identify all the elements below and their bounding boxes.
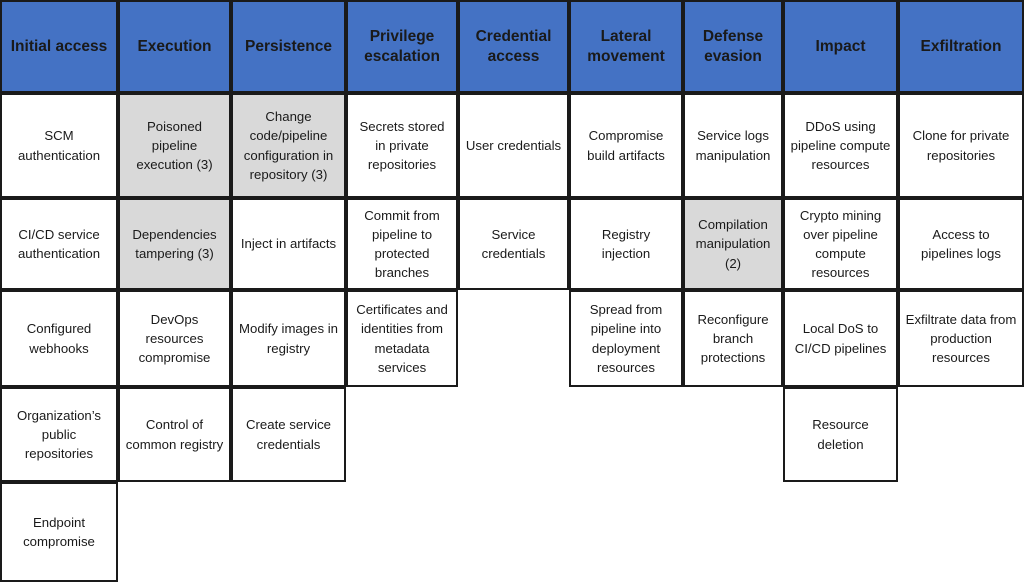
technique-cell-privilege-escalation[interactable]: Secrets stored in private repositories [346, 93, 458, 198]
technique-cell-credential-access[interactable]: Service credentials [458, 198, 569, 290]
column-header-persistence: Persistence [231, 0, 346, 93]
technique-cell-execution[interactable]: Dependencies tampering (3) [118, 198, 231, 290]
technique-cell-privilege-escalation[interactable]: Commit from pipeline to protected branch… [346, 198, 458, 290]
technique-row: Organization’s public repositories Contro… [0, 387, 1024, 482]
empty-cell [231, 482, 346, 582]
technique-cell-impact[interactable]: DDoS using pipeline compute resources [783, 93, 898, 198]
technique-cell-initial-access[interactable]: Endpoint compromise [0, 482, 118, 582]
technique-cell-lateral-movement[interactable]: Spread from pipeline into deployment res… [569, 290, 683, 387]
technique-cell-exfiltration[interactable]: Access to pipelines logs [898, 198, 1024, 290]
technique-cell-impact[interactable]: Crypto mining over pipeline compute reso… [783, 198, 898, 290]
empty-cell [898, 387, 1024, 482]
empty-cell [683, 482, 783, 582]
technique-cell-credential-access[interactable]: User credentials [458, 93, 569, 198]
empty-cell [898, 482, 1024, 582]
technique-row: CI/CD service authentication Dependencies… [0, 198, 1024, 290]
attack-matrix-body: Initial access Execution Persistence Privil… [0, 0, 1024, 582]
empty-cell [569, 482, 683, 582]
technique-cell-initial-access[interactable]: SCM authentication [0, 93, 118, 198]
technique-cell-persistence[interactable]: Create service credentials [231, 387, 346, 482]
empty-cell [458, 482, 569, 582]
technique-cell-impact[interactable]: Local DoS to CI/CD pipelines [783, 290, 898, 387]
column-header-impact: Impact [783, 0, 898, 93]
column-header-defense-evasion: Defense evasion [683, 0, 783, 93]
empty-cell [458, 387, 569, 482]
empty-cell [346, 482, 458, 582]
technique-cell-persistence[interactable]: Modify images in registry [231, 290, 346, 387]
technique-cell-persistence[interactable]: Inject in artifacts [231, 198, 346, 290]
attack-matrix: Initial access Execution Persistence Privil… [0, 0, 1024, 582]
column-header-privilege-escalation: Privilege escalation [346, 0, 458, 93]
technique-cell-execution[interactable]: DevOps resources compromise [118, 290, 231, 387]
technique-row: Endpoint compromise [0, 482, 1024, 582]
column-header-exfiltration: Exfiltration [898, 0, 1024, 93]
attack-matrix-table: Initial access Execution Persistence Privil… [0, 0, 1024, 582]
technique-cell-exfiltration[interactable]: Clone for private repositories [898, 93, 1024, 198]
technique-cell-initial-access[interactable]: CI/CD service authentication [0, 198, 118, 290]
technique-cell-initial-access[interactable]: Organization’s public repositories [0, 387, 118, 482]
technique-cell-lateral-movement[interactable]: Compromise build artifacts [569, 93, 683, 198]
column-header-row: Initial access Execution Persistence Privil… [0, 0, 1024, 93]
technique-cell-privilege-escalation[interactable]: Certificates and identities from metadat… [346, 290, 458, 387]
empty-cell [683, 387, 783, 482]
column-header-initial-access: Initial access [0, 0, 118, 93]
technique-cell-defense-evasion[interactable]: Service logs manipulation [683, 93, 783, 198]
technique-cell-execution[interactable]: Poisoned pipeline execution (3) [118, 93, 231, 198]
technique-row: Configured webhooks DevOps resources comp… [0, 290, 1024, 387]
technique-cell-defense-evasion[interactable]: Reconfigure branch protections [683, 290, 783, 387]
empty-cell [783, 482, 898, 582]
technique-row: SCM authentication Poisoned pipeline exec… [0, 93, 1024, 198]
empty-cell [458, 290, 569, 387]
empty-cell [346, 387, 458, 482]
empty-cell [569, 387, 683, 482]
technique-cell-execution[interactable]: Control of common registry [118, 387, 231, 482]
technique-cell-impact[interactable]: Resource deletion [783, 387, 898, 482]
column-header-lateral-movement: Lateral movement [569, 0, 683, 93]
column-header-credential-access: Credential access [458, 0, 569, 93]
technique-cell-persistence[interactable]: Change code/pipeline configuration in re… [231, 93, 346, 198]
technique-cell-defense-evasion[interactable]: Compilation manipulation (2) [683, 198, 783, 290]
column-header-execution: Execution [118, 0, 231, 93]
technique-cell-exfiltration[interactable]: Exfiltrate data from production resource… [898, 290, 1024, 387]
technique-cell-initial-access[interactable]: Configured webhooks [0, 290, 118, 387]
empty-cell [118, 482, 231, 582]
technique-cell-lateral-movement[interactable]: Registry injection [569, 198, 683, 290]
